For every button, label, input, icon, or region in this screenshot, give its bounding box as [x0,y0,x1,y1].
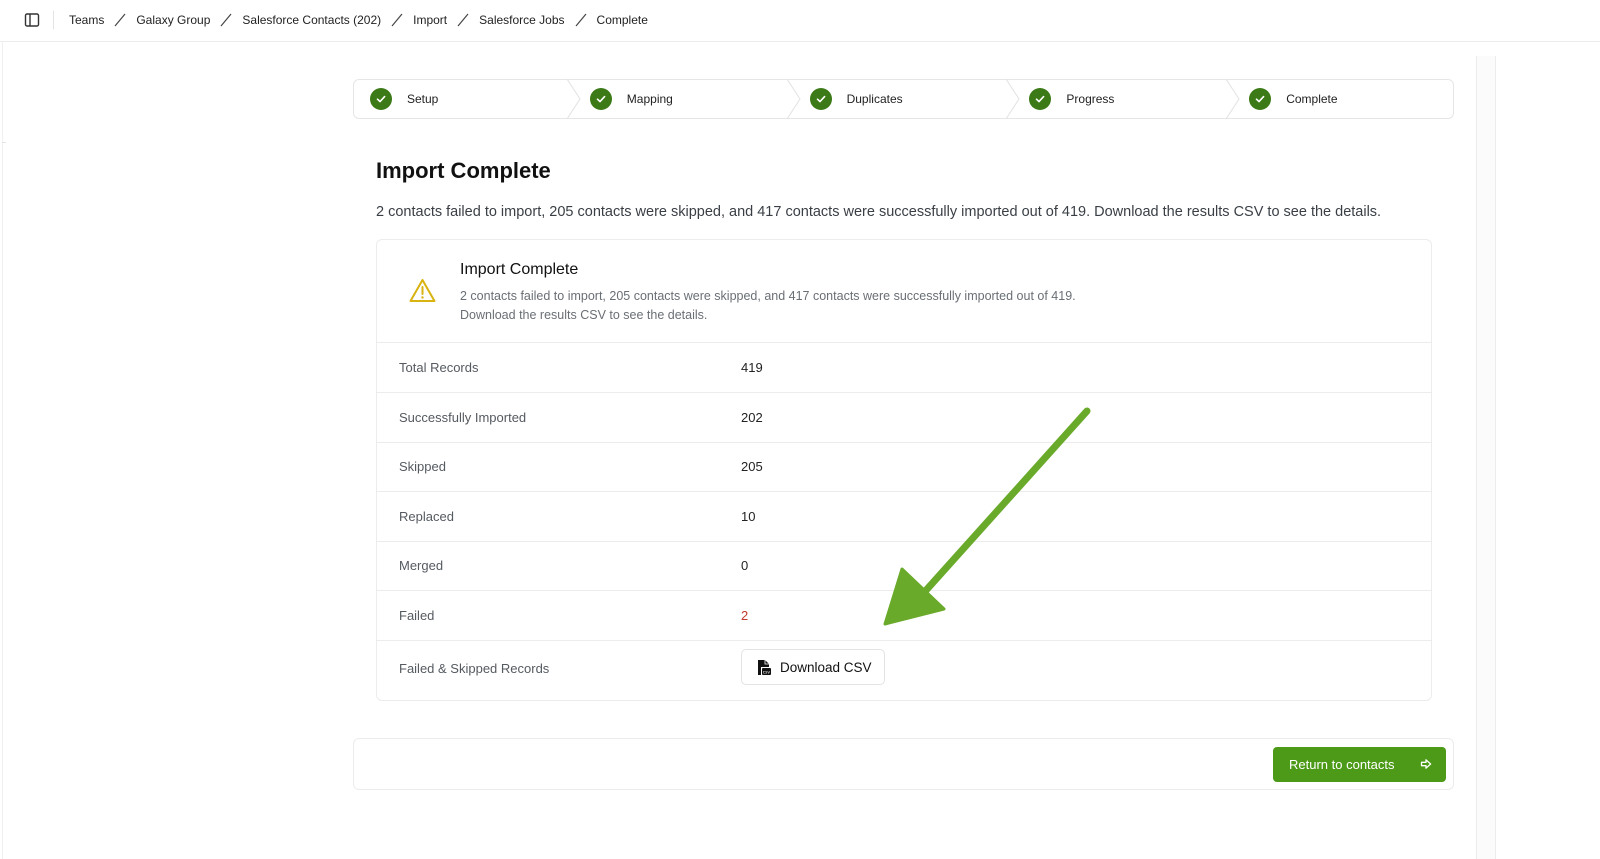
breadcrumb-galaxy-group[interactable]: Galaxy Group [136,13,210,27]
stat-value: 10 [741,509,756,524]
stat-value: 0 [741,558,749,573]
stat-value: 205 [741,459,763,474]
chevron-separator-icon [1005,79,1020,119]
download-csv-button[interactable]: csv Download CSV [741,649,885,685]
return-button-label: Return to contacts [1289,757,1395,772]
step-label: Progress [1066,92,1115,106]
step-progress[interactable]: Progress [1013,79,1240,119]
return-to-contacts-button[interactable]: Return to contacts [1273,747,1446,782]
breadcrumb-complete: Complete [596,13,648,27]
warning-triangle-icon [409,279,436,302]
stat-label: Failed & Skipped Records [399,661,550,676]
breadcrumb-separator-icon [114,13,126,27]
step-setup[interactable]: Setup [354,79,581,119]
breadcrumb-salesforce-contacts[interactable]: Salesforce Contacts (202) [242,13,381,27]
breadcrumb-salesforce-jobs[interactable]: Salesforce Jobs [479,13,564,27]
stat-value: 419 [741,360,763,375]
breadcrumb-separator-icon [391,13,403,27]
stat-label: Successfully Imported [399,410,527,425]
svg-text:csv: csv [763,670,771,675]
stat-value-failed: 2 [741,608,749,623]
stat-row-total: Total Records 419 [377,343,1431,393]
alert-text: 2 contacts failed to import, 205 contact… [460,289,1076,322]
import-stepper: Setup Mapping Duplicates Progress Comple… [353,79,1454,119]
step-duplicates[interactable]: Duplicates [794,79,1020,119]
breadcrumb-separator-icon [220,13,232,27]
chevron-separator-icon [786,79,801,119]
page-description: 2 contacts failed to import, 205 contact… [376,204,1382,220]
step-label: Mapping [626,92,673,106]
right-scroll-rail[interactable] [1476,56,1496,859]
sidebar-panel-icon[interactable] [24,12,40,28]
step-label: Duplicates [846,92,903,106]
left-rail [2,42,6,859]
breadcrumb: Teams Galaxy Group Salesforce Contacts (… [69,0,648,40]
step-mapping[interactable]: Mapping [574,79,801,119]
green-pointer-arrow-icon [883,407,1091,626]
check-icon [1029,88,1052,110]
page-title: Import Complete [376,158,551,183]
stat-label: Failed [399,608,435,623]
stat-label: Skipped [399,459,446,474]
csv-file-icon: csv [758,659,771,675]
download-row: Failed & Skipped Records csv Download CS… [377,639,1431,700]
alert-title: Import Complete [460,261,579,278]
left-rail-mark [2,142,6,143]
footer-action-bar: Return to contacts [353,738,1454,790]
breadcrumb-import[interactable]: Import [413,13,447,27]
breadcrumb-separator-icon [575,13,586,27]
topbar-divider [53,11,54,29]
step-complete[interactable]: Complete [1233,80,1453,118]
import-alert: Import Complete 2 contacts failed to imp… [377,240,1431,343]
arrow-right-icon [1420,759,1432,769]
stat-label: Replaced [399,509,454,524]
stat-value: 202 [741,410,763,425]
top-bar: Teams Galaxy Group Salesforce Contacts (… [0,0,1600,42]
chevron-separator-icon [566,79,581,119]
breadcrumb-teams[interactable]: Teams [69,13,104,27]
breadcrumb-separator-icon [457,13,469,27]
chevron-separator-icon [1225,79,1240,119]
check-icon [370,88,392,110]
check-icon [1249,88,1272,110]
check-icon [809,88,832,110]
step-label: Setup [407,92,439,106]
stat-label: Total Records [399,360,479,375]
step-label: Complete [1286,92,1338,106]
check-icon [589,88,612,110]
download-csv-label: Download CSV [780,659,872,675]
stat-label: Merged [399,558,444,573]
